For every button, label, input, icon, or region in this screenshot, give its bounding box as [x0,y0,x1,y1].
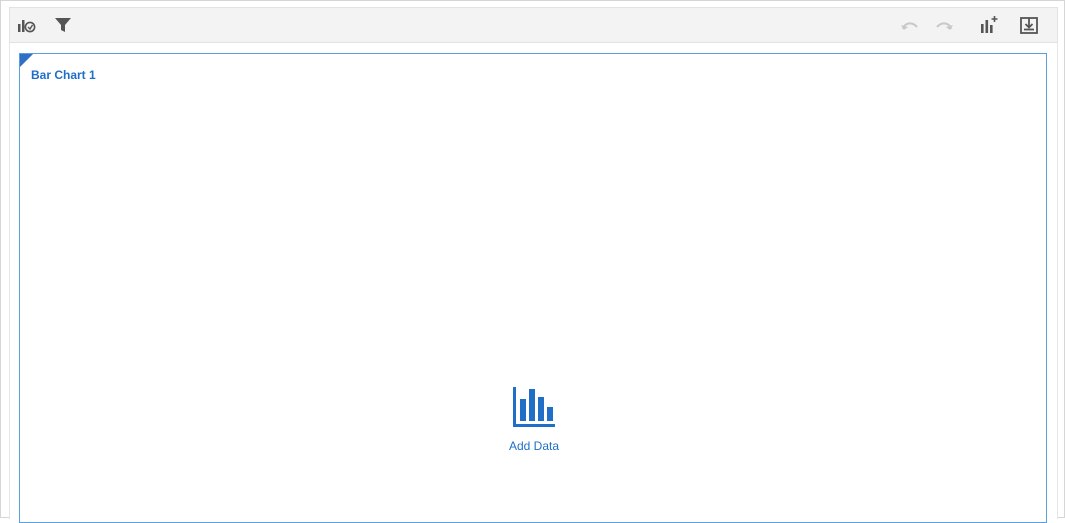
panel-corner-tab-icon [20,54,33,67]
add-data-button[interactable]: Add Data [486,385,582,453]
add-visualization-icon[interactable] [976,13,1002,37]
canvas-area: Bar Chart 1 Add Data [9,43,1058,523]
add-data-label: Add Data [508,439,560,453]
filter-icon[interactable] [50,13,76,37]
redo-icon[interactable] [931,13,957,37]
chart-title: Bar Chart 1 [31,68,96,82]
app-window: Bar Chart 1 Add Data [0,0,1065,523]
undo-icon[interactable] [897,13,923,37]
bar-chart-icon [511,385,557,434]
toolbar [9,7,1058,43]
save-download-icon[interactable] [1016,13,1042,37]
chart-panel[interactable]: Bar Chart 1 Add Data [19,53,1047,523]
chart-properties-icon[interactable] [14,13,40,37]
